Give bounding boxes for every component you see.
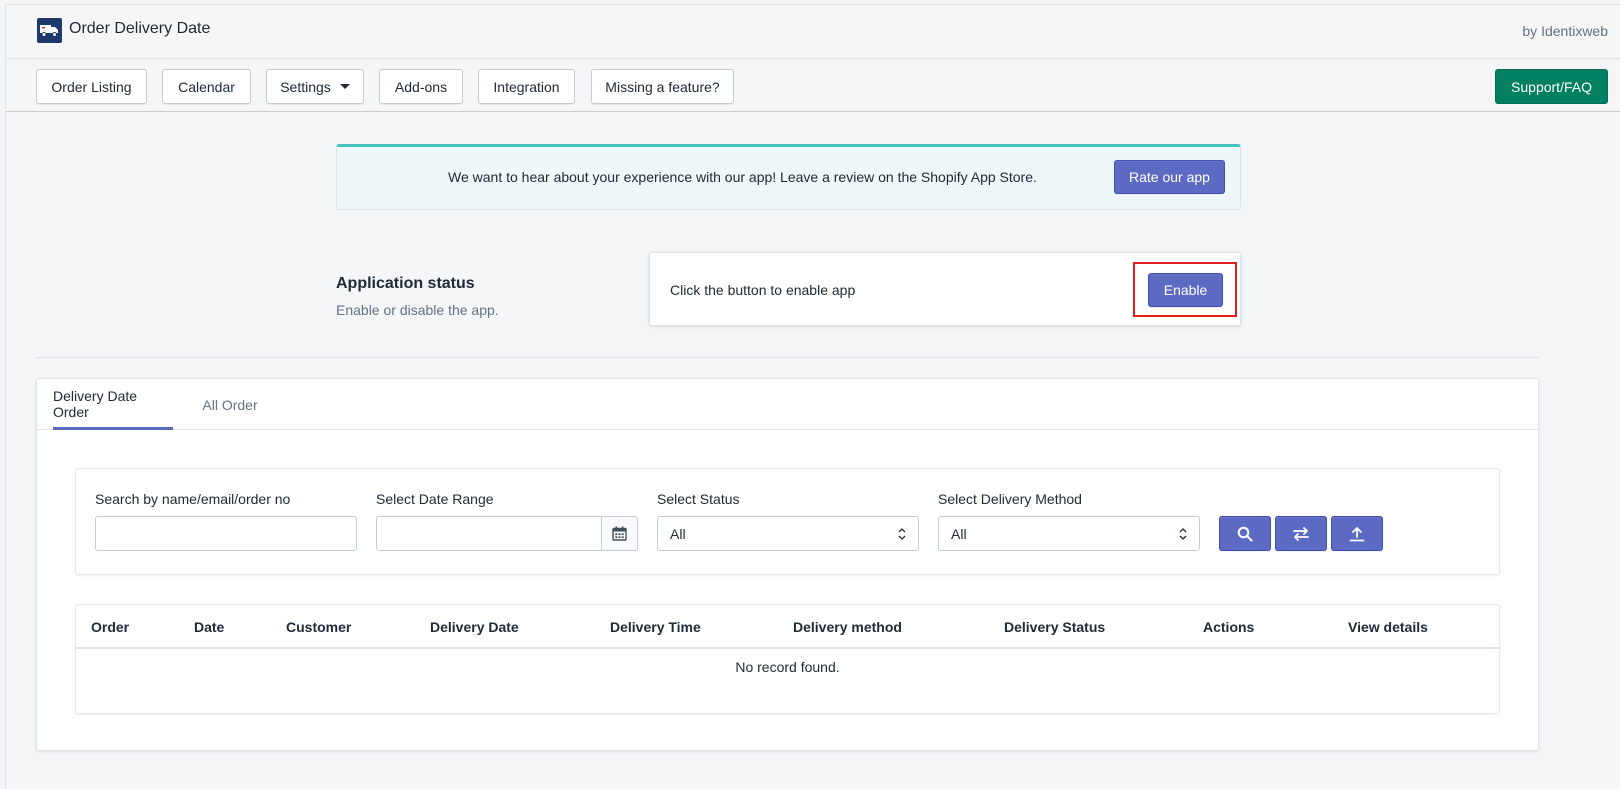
export-button[interactable]	[1331, 516, 1383, 551]
nav-calendar-button[interactable]: Calendar	[162, 69, 251, 104]
upload-icon	[1349, 526, 1365, 541]
filter-panel: Search by name/email/order no Select Dat…	[75, 468, 1500, 575]
reset-button[interactable]	[1275, 516, 1327, 551]
nav-order-listing-button[interactable]: Order Listing	[36, 69, 147, 104]
order-tabs: Delivery Date Order All Order	[37, 379, 1538, 430]
column-header: Delivery Status	[1004, 619, 1106, 635]
swap-arrows-icon	[1293, 526, 1309, 541]
search-label: Search by name/email/order no	[95, 491, 291, 507]
app-status-text: Click the button to enable app	[670, 282, 856, 298]
column-header: Date	[194, 619, 225, 635]
delivery-method-select-value: All	[951, 526, 967, 542]
status-select[interactable]: All	[657, 516, 919, 551]
select-arrows-icon	[1179, 528, 1187, 540]
section-divider	[36, 357, 1539, 358]
nav-settings-label: Settings	[280, 78, 331, 95]
search-icon	[1237, 526, 1253, 542]
status-label: Select Status	[657, 491, 740, 507]
caret-down-icon	[339, 84, 350, 89]
column-header: Order	[91, 619, 130, 635]
nav-integration-button[interactable]: Integration	[478, 69, 575, 104]
truck-icon	[37, 18, 62, 43]
delivery-method-select[interactable]: All	[938, 516, 1200, 551]
date-range-label: Select Date Range	[376, 491, 494, 507]
column-header: Delivery Time	[610, 619, 701, 635]
rate-app-button[interactable]: Rate our app	[1114, 160, 1225, 194]
nav-addons-button[interactable]: Add-ons	[379, 69, 463, 104]
status-select-value: All	[670, 526, 686, 542]
orders-table: Order Date Customer Delivery Date Delive…	[75, 604, 1500, 714]
tab-delivery-date-order[interactable]: Delivery Date Order	[53, 379, 173, 430]
top-nav: Order Listing Calendar Settings Add-ons …	[6, 59, 1620, 112]
search-button[interactable]	[1219, 516, 1271, 551]
column-header: View details	[1348, 619, 1428, 635]
column-header: Delivery method	[793, 619, 902, 635]
nav-missing-feature-button[interactable]: Missing a feature?	[591, 69, 734, 104]
tab-all-order[interactable]: All Order	[199, 379, 261, 430]
review-banner: We want to hear about your experience wi…	[336, 144, 1241, 210]
calendar-icon[interactable]	[601, 516, 638, 551]
app-status-title: Application status	[336, 275, 475, 292]
app-status-subtitle: Enable or disable the app.	[336, 302, 499, 318]
app-header: Order Delivery Date by Identixweb	[6, 5, 1620, 59]
developer-byline: by Identixweb	[1522, 23, 1608, 39]
table-header: Order Date Customer Delivery Date Delive…	[76, 605, 1499, 649]
delivery-method-label: Select Delivery Method	[938, 491, 1082, 507]
column-header: Customer	[286, 619, 352, 635]
support-faq-button[interactable]: Support/FAQ	[1495, 69, 1608, 104]
banner-text: We want to hear about your experience wi…	[448, 169, 1037, 185]
column-header: Delivery Date	[430, 619, 519, 635]
app-frame: Order Delivery Date by Identixweb Order …	[5, 4, 1620, 789]
enable-highlight-box: Enable	[1133, 262, 1237, 317]
enable-button[interactable]: Enable	[1148, 273, 1223, 307]
app-status-card: Click the button to enable app Enable	[649, 252, 1241, 326]
app-title: Order Delivery Date	[69, 20, 211, 37]
nav-settings-dropdown[interactable]: Settings	[266, 69, 364, 104]
orders-card: Delivery Date Order All Order Search by …	[36, 378, 1539, 751]
search-input[interactable]	[95, 516, 357, 551]
empty-state-text: No record found.	[735, 659, 840, 675]
select-arrows-icon	[898, 528, 906, 540]
date-range-input[interactable]	[376, 516, 603, 551]
column-header: Actions	[1203, 619, 1255, 635]
